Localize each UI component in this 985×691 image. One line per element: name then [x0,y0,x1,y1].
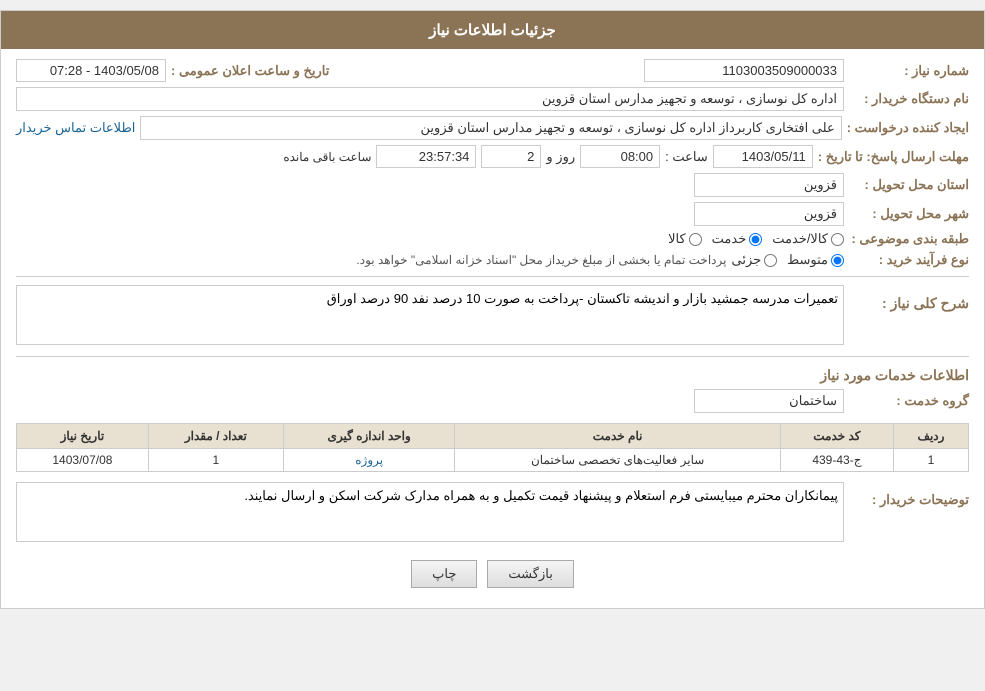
col-tarikh: تاریخ نیاز [17,424,149,449]
shomara-value: 1103003509000033 [644,59,844,82]
sharh-label: شرح کلی نیاز : [849,295,969,312]
tabaqe-label: طبقه بندی موضوعی : [849,231,969,247]
cell-tedad: 1 [148,449,283,472]
ostan-value: قزوین [694,173,844,197]
khadamat-table-section: ردیف کد خدمت نام خدمت واحد اندازه گیری ت… [16,423,969,472]
gorooh-label: گروه خدمت : [849,393,969,409]
col-name: نام خدمت [455,424,780,449]
ijad-label: ایجاد کننده درخواست : [847,120,969,136]
content: شماره نیاز : 1103003509000033 تاریخ و سا… [1,49,984,608]
remaining-time: 23:57:34 [376,145,476,168]
tabaqe-khadamat-item: خدمت [712,231,763,247]
row-mohlat: مهلت ارسال پاسخ: تا تاریخ : 1403/05/11 س… [16,145,969,168]
tabaqe-kala-khadamat-radio[interactable] [831,233,844,246]
mohlat-saat: 08:00 [580,145,660,168]
table-header-row: ردیف کد خدمت نام خدمت واحد اندازه گیری ت… [17,424,969,449]
tabaqe-kala-khadamat-label: کالا/خدمت [772,231,828,247]
ijad-link[interactable]: اطلاعات تماس خریدار [16,120,135,136]
khadamat-section-title: اطلاعات خدمات مورد نیاز [16,367,969,384]
row-sharh: شرح کلی نیاز : [16,285,969,348]
tabaqe-kala-item: کالا [668,231,702,247]
mohlat-saat-label: ساعت : [665,149,708,165]
tabaqe-kala-radio[interactable] [689,233,702,246]
nooe-note: پرداخت تمام یا بخشی از مبلغ خریداز محل "… [356,253,726,267]
shahr-value: قزوین [694,202,844,226]
sharh-textarea[interactable] [16,285,844,345]
btn-chap[interactable]: چاپ [411,560,477,588]
row-nooe: نوع فرآیند خرید : متوسط جزئی پرداخت تمام… [16,252,969,268]
table-row: 1 ج-43-439 سایر فعالیت‌های تخصصی ساختمان… [17,449,969,472]
col-tedad: تعداد / مقدار [148,424,283,449]
nooe-jozii-label: جزئی [731,252,761,268]
nooe-motevaset-label: متوسط [787,252,828,268]
nam-dastgah-value: اداره کل نوسازی ، توسعه و تجهیز مدارس اس… [16,87,844,111]
remaining-label: ساعت باقی مانده [283,150,371,164]
ostan-label: استان محل تحویل : [849,177,969,193]
col-unit: واحد اندازه گیری [283,424,454,449]
btn-bazgasht[interactable]: بازگشت [487,560,573,588]
nooe-label: نوع فرآیند خرید : [849,252,969,268]
divider-2 [16,356,969,357]
divider-1 [16,276,969,277]
row-tavzih: توضیحات خریدار : [16,482,969,545]
row-shahr: شهر محل تحویل : قزوین [16,202,969,226]
tabaqe-khadamat-radio[interactable] [749,233,762,246]
col-radif: ردیف [893,424,968,449]
cell-name: سایر فعالیت‌های تخصصی ساختمان [455,449,780,472]
mohlat-label: مهلت ارسال پاسخ: تا تاریخ : [818,149,969,165]
cell-radif: 1 [893,449,968,472]
sharh-container [16,285,844,348]
buttons-row: بازگشت چاپ [16,560,969,588]
mohlat-rooz: 2 [481,145,541,168]
tabaqe-kala-khadamat-item: کالا/خدمت [772,231,844,247]
page-header: جزئیات اطلاعات نیاز [1,11,984,49]
cell-tarikh: 1403/07/08 [17,449,149,472]
ijad-value: علی افتخاری کاربرداز اداره کل نوسازی ، ت… [140,116,841,140]
row-shomara: شماره نیاز : 1103003509000033 تاریخ و سا… [16,59,969,82]
nooe-jozii-radio[interactable] [764,254,777,267]
page-wrapper: جزئیات اطلاعات نیاز شماره نیاز : 1103003… [0,10,985,609]
mohlat-date: 1403/05/11 [713,145,813,168]
tarikh-value: 1403/05/08 - 07:28 [16,59,166,82]
tabaqe-kala-label: کالا [668,231,686,247]
nooe-radio-group: متوسط جزئی [731,252,844,268]
row-ostan: استان محل تحویل : قزوین [16,173,969,197]
tabaqe-khadamat-label: خدمت [712,231,747,247]
row-gorooh: گروه خدمت : ساختمان [16,389,969,413]
cell-code: ج-43-439 [780,449,893,472]
row-tabaqe: طبقه بندی موضوعی : کالا/خدمت خدمت کالا [16,231,969,247]
gorooh-value: ساختمان [694,389,844,413]
tavzih-label: توضیحات خریدار : [849,492,969,508]
tavzih-textarea[interactable] [16,482,844,542]
nooe-jozii-item: جزئی [731,252,777,268]
col-code: کد خدمت [780,424,893,449]
cell-unit: پروژه [283,449,454,472]
khadamat-table: ردیف کد خدمت نام خدمت واحد اندازه گیری ت… [16,423,969,472]
tarikh-label: تاریخ و ساعت اعلان عمومی : [171,63,329,79]
nooe-motevaset-radio[interactable] [831,254,844,267]
row-nam-dastgah: نام دستگاه خریدار : اداره کل نوسازی ، تو… [16,87,969,111]
tabaqe-radio-group: کالا/خدمت خدمت کالا [668,231,844,247]
page-title: جزئیات اطلاعات نیاز [429,22,556,39]
shomara-label: شماره نیاز : [849,63,969,79]
nooe-motevaset-item: متوسط [787,252,844,268]
tavzih-container [16,482,844,545]
row-ijad: ایجاد کننده درخواست : علی افتخاری کاربرد… [16,116,969,140]
mohlat-rooz-label: روز و [546,149,575,165]
shahr-label: شهر محل تحویل : [849,206,969,222]
nam-dastgah-label: نام دستگاه خریدار : [849,91,969,107]
